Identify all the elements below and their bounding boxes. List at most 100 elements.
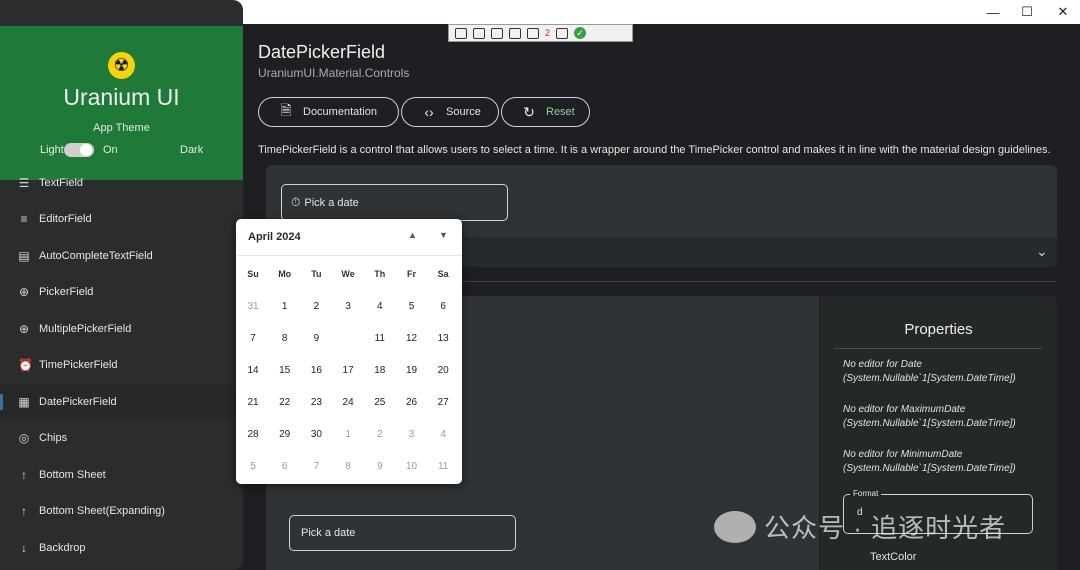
calendar-day-number: 23: [310, 397, 322, 408]
hot-reload-ok-icon[interactable]: ✓: [574, 27, 587, 39]
sidebar-item-multiplepickerfield[interactable]: ⊕ MultiplePickerField: [0, 312, 243, 346]
source-button[interactable]: ‹› Source: [401, 97, 499, 127]
calendar-day[interactable]: 19: [397, 356, 427, 386]
calendar-day[interactable]: 26: [397, 388, 427, 418]
calendar-day[interactable]: 16: [301, 356, 331, 386]
calendar-day[interactable]: 6: [270, 452, 300, 482]
calendar-day-number: 1: [345, 429, 351, 440]
calendar-day[interactable]: 3: [333, 292, 363, 322]
chevron-down-icon[interactable]: ⌄: [1036, 243, 1048, 260]
calendar-day[interactable]: 15: [270, 356, 300, 386]
calendar-day[interactable]: 30: [301, 420, 331, 450]
calendar-day[interactable]: 21: [238, 388, 268, 418]
calendar-day[interactable]: 18: [365, 356, 395, 386]
calendar-day[interactable]: 9: [301, 324, 331, 354]
calendar-day[interactable]: 5: [238, 452, 268, 482]
calendar-day[interactable]: 4: [365, 292, 395, 322]
theme-toggle[interactable]: [64, 143, 94, 157]
calendar-day[interactable]: 8: [333, 452, 363, 482]
track-focus-icon[interactable]: [527, 27, 539, 39]
sidebar-item-datepickerfield[interactable]: ▦ DatePickerField: [0, 385, 243, 419]
calendar-day[interactable]: 6: [428, 292, 458, 322]
calendar-day-number: 7: [250, 333, 256, 344]
calendar-day[interactable]: 23: [301, 388, 331, 418]
sidebar-item-timepickerfield[interactable]: ⏰ TimePickerField: [0, 348, 243, 382]
calendar-day[interactable]: 2: [365, 420, 395, 450]
calendar-day-number: 6: [281, 461, 288, 472]
alarm-icon: ⏰: [18, 358, 33, 372]
select-element-icon[interactable]: [491, 27, 503, 39]
calendar-month-label[interactable]: April 2024: [248, 231, 301, 243]
sidebar-item-label: Chips: [39, 432, 68, 444]
brand-header: ☢ Uranium UI App Theme Light On Dark: [0, 26, 243, 180]
calendar-day[interactable]: 3: [397, 420, 427, 450]
sidebar-item-backdrop[interactable]: ↓ Backdrop: [0, 531, 243, 565]
calendar-day[interactable]: 29: [270, 420, 300, 450]
radiation-logo-icon: ☢: [108, 52, 135, 79]
record-icon[interactable]: [473, 27, 485, 39]
calendar-day[interactable]: 25: [365, 388, 395, 418]
calendar-day[interactable]: 31: [238, 292, 268, 322]
calendar-day[interactable]: 14: [238, 356, 268, 386]
calendar-day[interactable]: 13: [428, 324, 458, 354]
calendar-day[interactable]: 17: [333, 356, 363, 386]
calendar-divider: [236, 255, 462, 256]
weekday-header: Fr: [407, 269, 416, 279]
close-button[interactable]: ✕: [1040, 0, 1080, 24]
toggle-knob: [80, 144, 92, 156]
calendar-day[interactable]: 20: [428, 356, 458, 386]
sidebar-item-label: AutoCompleteTextField: [39, 250, 153, 262]
properties-title: Properties: [904, 321, 973, 338]
calendar-day[interactable]: 7: [238, 324, 268, 354]
previous-month-icon[interactable]: ▲: [408, 230, 417, 240]
calendar-day[interactable]: 1: [333, 420, 363, 450]
date-picker-field[interactable]: ⏱ Pick a date: [281, 184, 508, 221]
calendar-day[interactable]: 10: [397, 452, 427, 482]
sidebar-item-label: TimePickerField: [39, 359, 118, 371]
calendar-day-number: 8: [281, 333, 288, 344]
page-subtitle: UraniumUI.Material.Controls: [258, 66, 410, 80]
calendar-day[interactable]: 27: [428, 388, 458, 418]
calendar-day-number: 7: [313, 461, 320, 472]
calendar-day-number: 24: [342, 397, 354, 408]
calendar-day[interactable]: 4: [428, 420, 458, 450]
calendar-popup: April 2024 ▲ ▼ Su Mo Tu We Th Fr Sa 31 1 2 3 4 5 6 7 8 9…: [236, 219, 462, 484]
sidebar-item-textfield[interactable]: ☰ TextField: [0, 166, 243, 200]
calendar-day[interactable]: 2: [301, 292, 331, 322]
adorner-icon[interactable]: [509, 27, 521, 39]
calendar-day[interactable]: 28: [238, 420, 268, 450]
calendar-day[interactable]: 24: [333, 388, 363, 418]
calendar-day-number: 4: [377, 301, 383, 312]
binding-errors-count[interactable]: 2: [545, 28, 550, 38]
sidebar-item-label: EditorField: [39, 213, 92, 225]
calendar-day[interactable]: 22: [270, 388, 300, 418]
playground-date-picker-placeholder: Pick a date: [301, 527, 356, 539]
calendar-day[interactable]: 9: [365, 452, 395, 482]
reset-button[interactable]: ↻ Reset: [501, 97, 590, 127]
format-label: Format: [850, 489, 882, 498]
calendar-day[interactable]: 8: [270, 324, 300, 354]
sidebar-item-chips[interactable]: ◎ Chips: [0, 421, 243, 455]
accessibility-icon[interactable]: [556, 27, 569, 39]
calendar-day-number: 20: [437, 365, 449, 376]
live-tree-icon[interactable]: [455, 27, 467, 39]
calendar-day[interactable]: 12: [397, 324, 427, 354]
sidebar-item-editorfield[interactable]: ≡ EditorField: [0, 202, 243, 236]
sidebar-item-autocompletetextfield[interactable]: ▤ AutoCompleteTextField: [0, 239, 243, 273]
playground-date-picker-field[interactable]: Pick a date: [289, 515, 516, 551]
calendar-day[interactable]: 11: [428, 452, 458, 482]
calendar-day[interactable]: 5: [397, 292, 427, 322]
sidebar-item-bottom-sheet[interactable]: ↑ Bottom Sheet: [0, 458, 243, 492]
calendar-day[interactable]: 11: [365, 324, 395, 354]
text-lines-icon: ☰: [18, 176, 30, 190]
autocomplete-icon: ▤: [18, 249, 30, 263]
sidebar-item-label: MultiplePickerField: [39, 323, 132, 335]
sidebar-item-bottom-sheet-expanding[interactable]: ↑ Bottom Sheet(Expanding): [0, 494, 243, 528]
next-month-icon[interactable]: ▼: [439, 230, 448, 240]
calendar-day[interactable]: 7: [301, 452, 331, 482]
documentation-button[interactable]: 🗎 Documentation: [258, 97, 399, 127]
calendar-day-selected[interactable]: 10: [333, 324, 363, 354]
calendar-day[interactable]: 1: [270, 292, 300, 322]
calendar-day-number: 30: [310, 429, 322, 440]
sidebar-item-pickerfield[interactable]: ⊕ PickerField: [0, 275, 243, 309]
